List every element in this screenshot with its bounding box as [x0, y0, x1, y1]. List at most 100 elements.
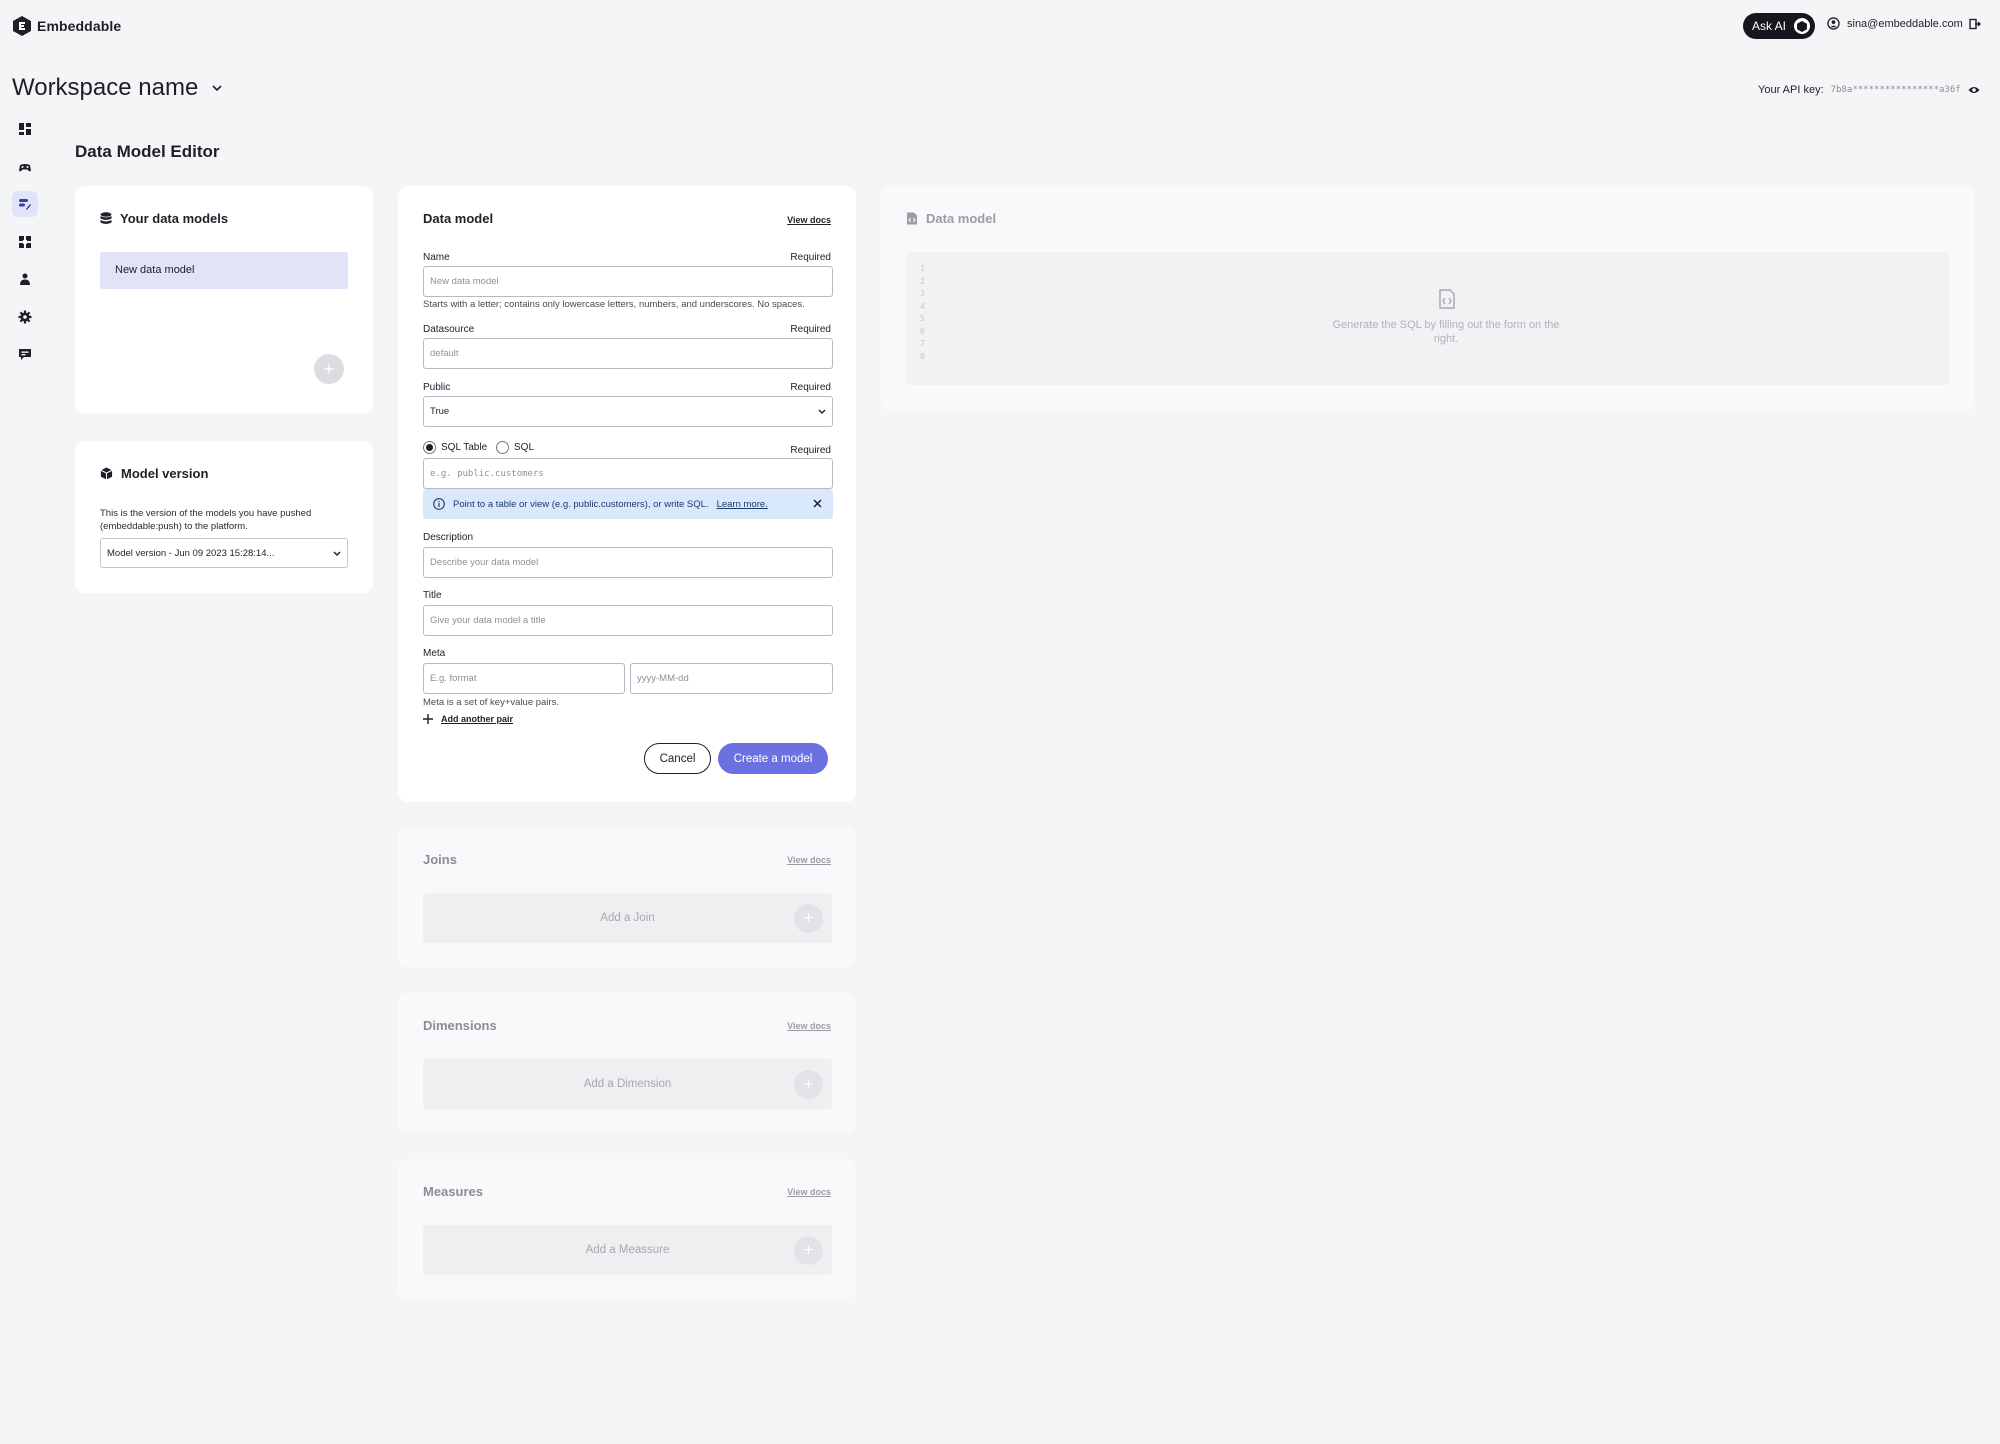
model-version-header: Model version — [100, 466, 208, 481]
add-pair-label: Add another pair — [441, 714, 514, 724]
required-label: Required — [790, 324, 831, 335]
name-hint: Starts with a letter; contains only lowe… — [423, 299, 805, 310]
plus-icon: + — [794, 1070, 823, 1099]
line-number: 2 — [920, 276, 925, 286]
meta-hint: Meta is a set of key+value pairs. — [423, 697, 559, 708]
empty-state-text: Generate the SQL by filling out the form… — [1332, 319, 1560, 345]
chevron-down-icon — [818, 409, 826, 414]
data-model-form: Data model View docs Name Required New d… — [398, 186, 856, 802]
radio-unselected-icon — [496, 441, 509, 454]
ask-ai-button[interactable]: Ask AI — [1743, 13, 1815, 39]
workspace-name: Workspace name — [12, 74, 199, 101]
meta-value-input[interactable]: yyyy-MM-dd — [630, 663, 833, 694]
sql-table-input[interactable]: e.g. public.customers — [423, 458, 833, 489]
add-dimension-label: Add a Dimension — [583, 1078, 672, 1090]
title-input[interactable]: Give your data model a title — [423, 605, 833, 636]
cancel-button[interactable]: Cancel — [644, 743, 711, 774]
add-measure-label: Add a Meassure — [585, 1244, 670, 1256]
line-number: 5 — [920, 314, 925, 323]
nav-components[interactable] — [12, 229, 38, 255]
line-number: 6 — [920, 326, 925, 336]
components-icon — [19, 235, 31, 248]
required-label: Required — [790, 252, 831, 263]
description-input[interactable]: Describe your data model — [423, 547, 833, 578]
dashboards-icon — [19, 123, 31, 135]
chevron-down-icon — [333, 551, 341, 556]
description-label: Description — [423, 532, 474, 543]
name-label: Name — [423, 252, 450, 263]
model-version-card: Model version This is the version of the… — [75, 441, 373, 593]
feedback-icon — [19, 349, 31, 360]
datasource-input[interactable]: default — [423, 338, 833, 369]
joins-title: Joins — [423, 852, 457, 867]
public-select[interactable]: True — [423, 396, 833, 427]
ai-logo-icon — [1794, 18, 1811, 34]
list-item[interactable]: New data model — [100, 252, 348, 289]
code-file-icon — [1439, 289, 1455, 309]
team-icon — [20, 273, 30, 285]
data-models-title: Your data models — [120, 211, 229, 226]
info-banner: Point to a table or view (e.g. public.cu… — [423, 489, 833, 519]
nav-team[interactable] — [12, 266, 38, 292]
add-pair-button[interactable]: Add another pair — [423, 714, 513, 724]
learn-more-link[interactable]: Learn more. — [717, 499, 768, 510]
required-label: Required — [790, 445, 831, 456]
meta-key-input[interactable]: E.g. format — [423, 663, 625, 694]
database-icon — [100, 212, 112, 224]
create-model-button[interactable]: Create a model — [718, 743, 828, 774]
measures-section: Measures View docs Add a Meassure + — [398, 1159, 856, 1299]
radio-sql-table[interactable]: SQL Table — [423, 441, 487, 454]
line-number: 7 — [920, 339, 925, 348]
add-model-button[interactable]: + — [314, 354, 344, 384]
page-title: Data Model Editor — [75, 142, 220, 161]
view-docs-link[interactable]: View docs — [787, 1187, 831, 1197]
ask-ai-label: Ask AI — [1752, 19, 1787, 33]
settings-icon — [18, 310, 32, 323]
cube-icon — [100, 467, 113, 480]
public-label: Public — [423, 382, 451, 393]
brand-logo[interactable]: Embeddable — [13, 16, 121, 36]
nav-playground[interactable] — [12, 154, 38, 180]
radio-selected-icon — [423, 441, 436, 454]
user-menu[interactable]: sina@embeddable.com — [1827, 17, 1963, 30]
brand-name: Embeddable — [37, 18, 122, 34]
sql-code-area: 1 2 3 4 5 6 7 8 Generate the SQL by fill… — [906, 252, 1949, 385]
required-label: Required — [790, 382, 831, 393]
sql-preview-header: Data model — [906, 211, 996, 226]
form-title: Data model — [423, 211, 494, 226]
data-model-icon — [19, 199, 31, 210]
chevron-down-icon — [212, 84, 222, 91]
add-join-button[interactable]: Add a Join + — [423, 893, 832, 943]
radio-sql-label: SQL — [514, 442, 535, 453]
add-join-label: Add a Join — [600, 912, 655, 924]
line-number: 8 — [920, 351, 925, 361]
api-key-value: 7b8a****************a36f — [1830, 85, 1961, 95]
nav-data-models[interactable] — [12, 191, 38, 217]
model-version-select[interactable]: Model version - Jun 09 2023 15:28:14... — [100, 538, 348, 568]
plus-icon — [423, 714, 433, 724]
view-docs-link[interactable]: View docs — [787, 215, 831, 225]
view-docs-link[interactable]: View docs — [787, 1021, 831, 1031]
nav-feedback[interactable] — [12, 341, 38, 367]
radio-sql-table-label: SQL Table — [441, 442, 488, 453]
radio-sql[interactable]: SQL — [496, 441, 534, 454]
add-measure-button[interactable]: Add a Meassure + — [423, 1225, 832, 1275]
public-value: True — [430, 406, 450, 417]
nav-settings[interactable] — [12, 304, 38, 330]
view-docs-link[interactable]: View docs — [787, 855, 831, 865]
api-key: Your API key: 7b8a****************a36f — [1758, 84, 1980, 96]
embeddable-logo-icon — [13, 16, 31, 36]
plus-icon: + — [794, 1236, 823, 1265]
code-file-icon — [907, 212, 917, 225]
line-number: 4 — [920, 301, 925, 311]
line-number: 1 — [920, 264, 925, 273]
nav-dashboards[interactable] — [12, 116, 38, 142]
add-dimension-button[interactable]: Add a Dimension + — [423, 1059, 832, 1109]
close-icon[interactable] — [813, 499, 822, 508]
eye-icon[interactable] — [1968, 85, 1980, 95]
line-number: 3 — [920, 289, 925, 298]
workspace-selector[interactable]: Workspace name — [12, 74, 222, 102]
joins-section: Joins View docs Add a Join + — [398, 827, 856, 967]
name-input[interactable]: New data model — [423, 266, 833, 297]
logout-icon[interactable] — [1969, 18, 1981, 30]
